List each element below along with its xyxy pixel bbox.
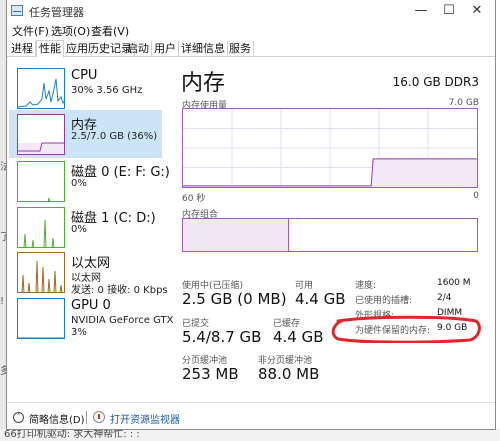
maximize-button[interactable]: ☐	[435, 2, 463, 20]
memory-graph-thumbnail	[17, 114, 65, 155]
menu-options[interactable]: 选项(O)	[51, 23, 90, 39]
sidebar-item-detail: 3%	[71, 327, 87, 338]
sidebar-item-disk-1[interactable]: 磁盘 1 (C: D:) 0%	[9, 203, 162, 251]
spec-row-speed: 速度: 1600 M	[355, 278, 485, 291]
sidebar-item-disk-0[interactable]: 磁盘 0 (E: F: G:) 0%	[9, 157, 170, 205]
close-button[interactable]: ✕	[463, 2, 491, 20]
spec-row-slots: 已使用的插槽: 2/4	[355, 293, 485, 306]
spec-key: 速度:	[355, 281, 377, 291]
axis-left-label: 60 秒	[182, 194, 206, 204]
resource-sidebar: CPU 30% 3.56 GHz 内存 2.5/7.0 GB (36%) 磁盘 …	[7, 58, 173, 402]
tab-services[interactable]: 服务	[227, 41, 254, 57]
memory-spec: 16.0 GB DDR3	[392, 75, 479, 89]
disk1-graph-thumbnail	[17, 207, 65, 248]
footer-divider	[86, 411, 87, 424]
resource-monitor-icon[interactable]	[93, 411, 105, 423]
menu-file[interactable]: 文件(F)	[12, 23, 49, 39]
red-highlight-circle	[331, 315, 481, 343]
sidebar-item-detail: 30% 3.56 GHz	[71, 85, 143, 96]
sidebar-item-cpu[interactable]: CPU 30% 3.56 GHz	[9, 64, 162, 112]
sidebar-item-label: GPU 0	[71, 298, 111, 313]
tab-startup[interactable]: 启动	[125, 41, 152, 57]
composition-in-use-segment	[183, 219, 289, 251]
cached-value: 4.4 GB	[273, 328, 324, 346]
paged-pool-value: 253 MB	[182, 365, 239, 383]
memory-usage-graph	[182, 108, 478, 188]
tab-users[interactable]: 用户	[152, 41, 179, 57]
sidebar-item-detail: NVIDIA GeForce GTX	[71, 315, 174, 326]
sidebar-item-ethernet[interactable]: 以太网 以太网 发送: 0 接收: 0 Kbps	[9, 248, 168, 296]
in-use-value: 2.5 GB (0 MB)	[182, 290, 287, 308]
open-resource-monitor-link[interactable]: 打开资源监视器	[110, 411, 180, 426]
cpu-graph-thumbnail	[17, 68, 65, 109]
sidebar-item-memory[interactable]: 内存 2.5/7.0 GB (36%)	[9, 110, 162, 158]
spec-value: 2/4	[437, 293, 452, 303]
usage-graph-canvas	[183, 109, 477, 187]
tab-details[interactable]: 详细信息	[179, 41, 228, 57]
task-manager-window: 任务管理器 — ☐ ✕ 文件(F) 选项(O) 查看(V) 进程 性能 应用历史…	[6, 0, 496, 430]
axis-right-label: 0	[473, 191, 479, 201]
sidebar-item-gpu[interactable]: GPU 0 NVIDIA GeForce GTX 3%	[9, 294, 173, 342]
page-title: 内存	[181, 71, 226, 96]
tab-bar: 进程 性能 应用历史记录 启动 用户 详细信息 服务	[7, 39, 495, 58]
nonpaged-pool-value: 88.0 MB	[258, 365, 320, 383]
title-bar[interactable]: 任务管理器 — ☐ ✕	[7, 0, 495, 22]
sidebar-item-detail: 0%	[71, 224, 87, 235]
sidebar-item-label: CPU	[71, 68, 98, 83]
tab-performance[interactable]: 性能	[36, 40, 64, 58]
chevron-up-icon[interactable]: ˄	[13, 412, 24, 423]
spec-key: 已使用的插槽:	[355, 296, 413, 306]
spec-value: 1600 M	[437, 278, 471, 288]
usage-graph-max: 7.0 GB	[448, 98, 479, 108]
ethernet-graph-thumbnail	[17, 252, 65, 293]
disk0-graph-thumbnail	[17, 161, 65, 202]
sidebar-item-detail: 0%	[71, 178, 87, 189]
menu-bar: 文件(F) 选项(O) 查看(V)	[7, 22, 495, 38]
fewer-details-button[interactable]: 简略信息(D)	[29, 411, 85, 426]
memory-detail-panel: 内存 16.0 GB DDR3 内存使用量 7.0 GB 60 秒 0 内存组合…	[173, 58, 491, 402]
memory-composition-bar	[182, 218, 478, 252]
background-bottom-text: 66打印机驱动: 求大神帮忙: : :	[0, 429, 500, 441]
committed-value: 5.4/8.7 GB	[182, 328, 262, 346]
available-value: 4.4 GB	[295, 290, 346, 308]
task-manager-app-icon	[11, 5, 23, 16]
sidebar-item-detail: 2.5/7.0 GB (36%)	[71, 131, 158, 142]
tab-processes[interactable]: 进程	[9, 41, 36, 57]
gpu-graph-thumbnail	[17, 298, 65, 339]
footer-bar: ˄ 简略信息(D) 打开资源监视器	[7, 402, 495, 429]
window-title: 任务管理器	[29, 6, 84, 19]
minimize-button[interactable]: —	[407, 2, 435, 20]
menu-view[interactable]: 查看(V)	[91, 23, 129, 39]
